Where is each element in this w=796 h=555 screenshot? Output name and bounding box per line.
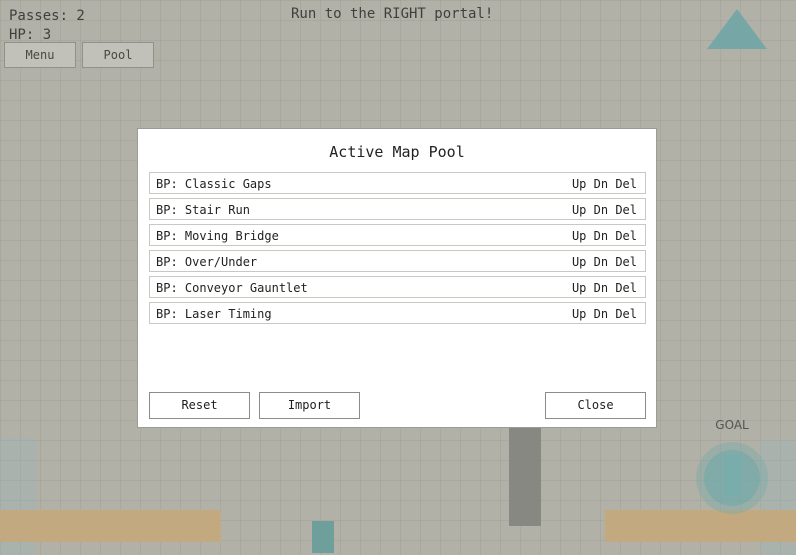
move-up-button[interactable]: Up [572,281,586,295]
pool-list-item: BP: Over/Under Up Dn Del [149,250,646,272]
delete-button[interactable]: Del [615,255,637,269]
move-up-button[interactable]: Up [572,177,586,191]
delete-button[interactable]: Del [615,177,637,191]
map-name: BP: Stair Run [156,203,250,217]
move-up-button[interactable]: Up [572,203,586,217]
map-name: BP: Laser Timing [156,307,272,321]
pool-list-item: BP: Stair Run Up Dn Del [149,198,646,220]
move-down-button[interactable]: Dn [594,177,608,191]
map-name: BP: Over/Under [156,255,258,269]
map-name: BP: Moving Bridge [156,229,279,243]
move-up-button[interactable]: Up [572,255,586,269]
delete-button[interactable]: Del [615,203,637,217]
move-down-button[interactable]: Dn [594,307,608,321]
delete-button[interactable]: Del [615,281,637,295]
delete-button[interactable]: Del [615,229,637,243]
move-down-button[interactable]: Dn [594,229,608,243]
map-name: BP: Classic Gaps [156,177,272,191]
import-button[interactable]: Import [259,392,360,419]
move-down-button[interactable]: Dn [594,281,608,295]
dialog-title: Active Map Pool [329,143,465,161]
pool-list-item: BP: Classic Gaps Up Dn Del [149,172,646,194]
move-up-button[interactable]: Up [572,229,586,243]
map-pool-dialog: Active Map Pool BP: Classic Gaps Up Dn D… [137,128,657,428]
pool-list-item: BP: Moving Bridge Up Dn Del [149,224,646,246]
move-up-button[interactable]: Up [572,307,586,321]
move-down-button[interactable]: Dn [594,203,608,217]
delete-button[interactable]: Del [615,307,637,321]
close-button[interactable]: Close [545,392,646,419]
pool-list-item: BP: Laser Timing Up Dn Del [149,302,646,324]
move-down-button[interactable]: Dn [594,255,608,269]
map-name: BP: Conveyor Gauntlet [156,281,308,295]
pool-list-item: BP: Conveyor Gauntlet Up Dn Del [149,276,646,298]
reset-button[interactable]: Reset [149,392,250,419]
